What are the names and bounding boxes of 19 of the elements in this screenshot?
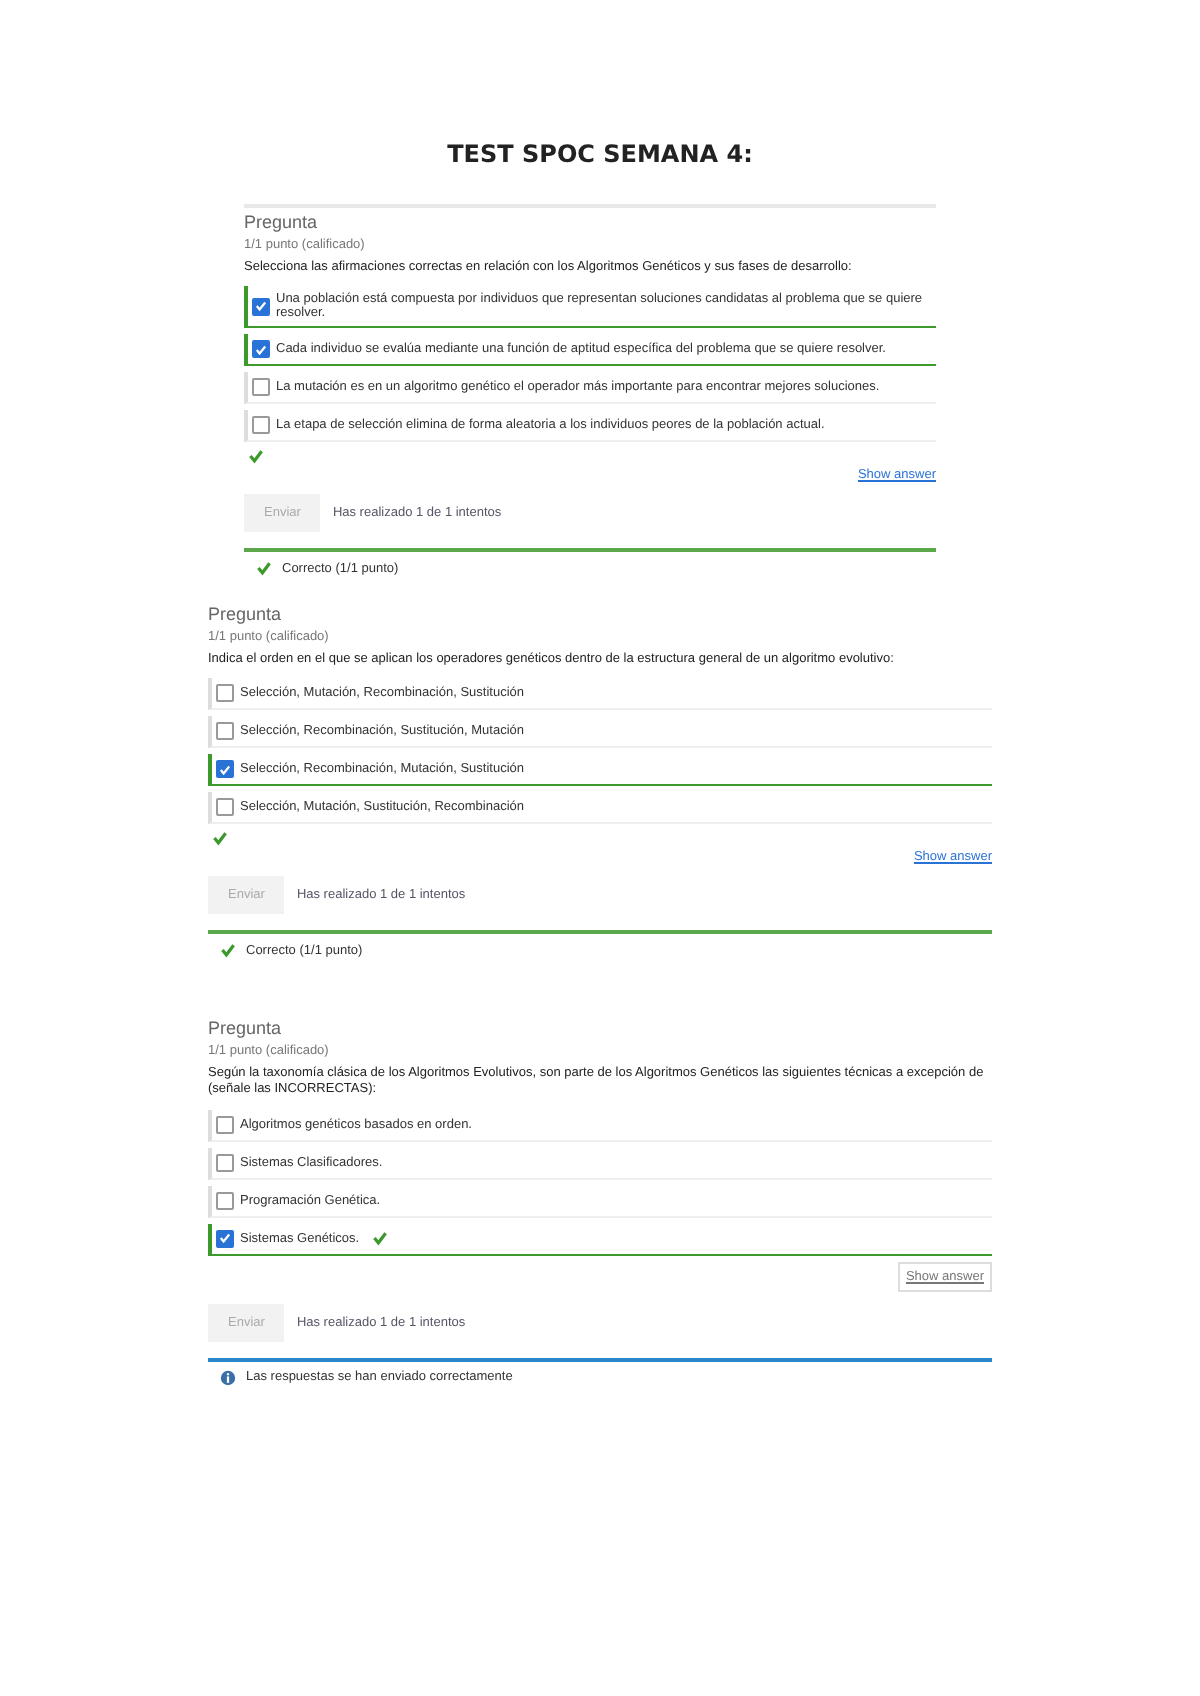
page-title: TEST SPOC SEMANA 4:	[445, 140, 755, 168]
checkbox[interactable]	[252, 297, 270, 316]
checkbox[interactable]	[216, 1191, 234, 1209]
checkbox[interactable]	[252, 340, 270, 359]
checkbox[interactable]	[216, 684, 234, 703]
checkbox[interactable]	[252, 416, 270, 435]
checkbox[interactable]	[216, 1115, 234, 1133]
checkbox[interactable]	[216, 722, 234, 741]
question-heading: Pregunta	[244, 212, 320, 232]
question-heading: Pregunta	[208, 604, 284, 625]
checkbox[interactable]	[252, 378, 270, 397]
checkbox[interactable]	[216, 760, 234, 779]
question-heading: Pregunta	[208, 1018, 284, 1039]
checkmark-icon	[220, 942, 236, 959]
info-icon	[220, 1369, 236, 1385]
checkbox[interactable]	[216, 1229, 234, 1247]
checkbox[interactable]	[216, 798, 234, 817]
checkbox[interactable]	[216, 1153, 234, 1171]
checkmark-icon	[256, 560, 272, 577]
